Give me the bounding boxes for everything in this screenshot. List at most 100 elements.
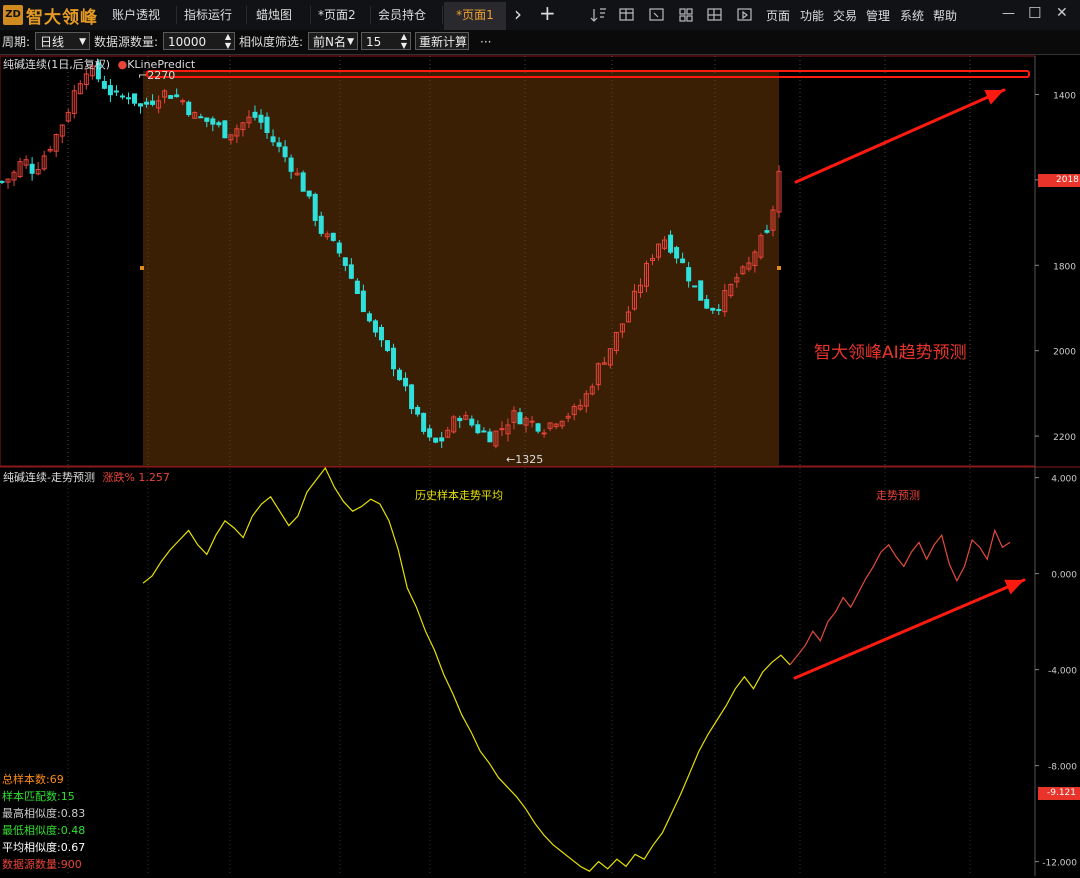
app-logo: ZD [3, 5, 23, 25]
menu-page[interactable]: 页面 [766, 7, 790, 24]
change-label: 涨跌% [102, 471, 135, 484]
stat-value: 69 [49, 773, 64, 786]
candle-body [252, 111, 258, 118]
sort-icon[interactable] [590, 8, 606, 22]
layout-icon[interactable] [707, 8, 722, 21]
candle-body [668, 234, 674, 253]
tab-label: 会员持仓 [378, 8, 427, 22]
indicator-dot-icon: ● [117, 58, 128, 71]
y-tick-label: 4.000 [1051, 475, 1077, 485]
candle-body [378, 326, 384, 341]
grid-icon[interactable] [679, 8, 693, 22]
tab-label: *页面2 [318, 8, 356, 22]
y-tick-label: -12.000 [1042, 859, 1077, 869]
prediction-up-arrow-icon [793, 578, 1026, 680]
candle-body [113, 90, 119, 93]
menu-help[interactable]: 帮助 [933, 7, 957, 24]
minimize-button[interactable]: — [1002, 6, 1015, 21]
stepper-icon: ▲ ▼ [224, 32, 231, 50]
candle-body [427, 428, 433, 438]
prediction-line [789, 528, 1011, 666]
tab-page2[interactable]: *页面2 [318, 4, 366, 28]
candle-body [312, 193, 318, 221]
candle-body [288, 157, 294, 172]
candle-body [168, 95, 174, 99]
high-price-label: ⌐2270 [138, 69, 176, 82]
y-tick-label: 1400 [1053, 91, 1076, 101]
top-bar: ZD 智大领峰 账户透视 指标运行 蜡烛图 *页面2 会员持仓 *页面1 › +… [0, 0, 1080, 30]
recalculate-button[interactable]: 重新计算 [415, 32, 469, 50]
similarity-filter-value: 前N名 [313, 35, 346, 49]
tab-account-view[interactable]: 账户透视 [112, 4, 176, 28]
candle-body [469, 418, 475, 426]
period-value: 日线 [40, 35, 65, 49]
candle-body [258, 114, 264, 123]
candle-body [680, 258, 686, 264]
candle-body [517, 412, 523, 425]
chart-area[interactable]: 220020001800160014004.0000.000-4.000-8.0… [0, 55, 1080, 878]
trend-title: 纯碱连续-走势预测 涨跌% 1.257 [3, 469, 170, 485]
tab-label: *页面1 [456, 8, 494, 22]
y-tick-label: 0.000 [1051, 571, 1077, 581]
tab-member-position[interactable]: 会员持仓 [378, 4, 438, 28]
source-count-input[interactable]: 10000 ▲ ▼ [163, 32, 235, 50]
history-highlight-region [143, 71, 779, 466]
range-handle-right [777, 266, 781, 270]
candle-body [475, 424, 481, 434]
top-n-input[interactable]: 15 ▲ ▼ [361, 32, 411, 50]
close-button[interactable]: ✕ [1056, 5, 1068, 21]
recalculate-label: 重新计算 [419, 35, 468, 49]
candle-body [403, 377, 409, 387]
stats-panel: 总样本数:69 样本匹配数:15 最高相似度:0.83 最低相似度:0.48 平… [2, 771, 85, 873]
more-options-button[interactable]: ··· [480, 34, 491, 50]
tabs-next-button[interactable]: › [514, 2, 522, 26]
candle-body [276, 142, 282, 147]
candle-body [360, 290, 366, 313]
y-tick-label: 1800 [1053, 262, 1076, 272]
candle-body [300, 172, 306, 192]
candle-body [336, 242, 342, 254]
similarity-filter-select[interactable]: 前N名 ▼ [308, 32, 358, 50]
menu-trade[interactable]: 交易 [833, 7, 857, 24]
tab-divider [370, 6, 371, 24]
candle-body [348, 264, 354, 279]
trend-title-text: 纯碱连续-走势预测 [3, 471, 95, 484]
value-tag: -9.121 [1038, 787, 1080, 800]
stat-value: 0.83 [60, 807, 86, 820]
play-icon[interactable] [737, 8, 752, 21]
candle-body [372, 320, 378, 333]
candle-body [0, 180, 5, 183]
candle-body [101, 81, 107, 89]
menu-manage[interactable]: 管理 [866, 7, 890, 24]
candle-body [686, 267, 692, 282]
app-title: 智大领峰 [26, 8, 98, 28]
candle-body [204, 117, 210, 122]
stat-value: 15 [60, 790, 75, 803]
period-select[interactable]: 日线 ▼ [35, 32, 90, 50]
candle-body [222, 120, 228, 139]
tab-indicator-run[interactable]: 指标运行 [184, 4, 244, 28]
change-value: 1.257 [138, 471, 170, 484]
candle-body [306, 190, 312, 197]
y-tick-label: -4.000 [1048, 667, 1077, 677]
candle-body [704, 299, 710, 309]
maximize-button[interactable]: ☐ [1028, 4, 1041, 22]
menu-function[interactable]: 功能 [800, 7, 824, 24]
window-icon[interactable] [649, 8, 664, 21]
candle-body [119, 95, 125, 98]
menu-system[interactable]: 系统 [900, 7, 924, 24]
candle-body [216, 122, 222, 126]
add-tab-button[interactable]: + [539, 1, 556, 25]
tab-page1[interactable]: *页面1 [444, 2, 506, 30]
similarity-filter-label: 相似度筛选: [239, 35, 304, 49]
tab-candlestick[interactable]: 蜡烛图 [256, 4, 308, 28]
stat-label: 最低相似度 [2, 824, 57, 837]
stat-label: 总样本数 [2, 773, 46, 786]
candle-body [330, 232, 336, 241]
high-price-value: 2270 [147, 69, 176, 82]
history-average-line [142, 466, 791, 872]
table-icon[interactable] [619, 8, 634, 21]
top-n-value: 15 [366, 35, 382, 49]
stat-label: 平均相似度 [2, 841, 57, 854]
y-tick-label: -8.000 [1048, 763, 1077, 773]
